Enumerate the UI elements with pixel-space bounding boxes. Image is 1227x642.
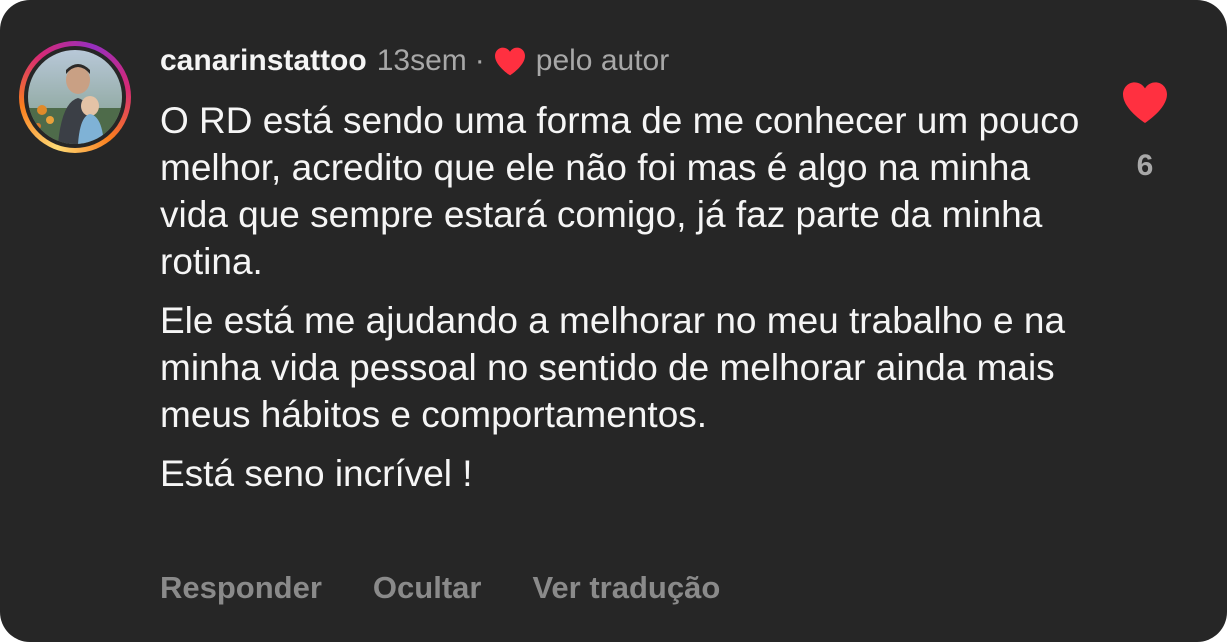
avatar[interactable] <box>19 41 131 153</box>
avatar-image <box>28 50 122 144</box>
username[interactable]: canarinstattoo <box>160 44 367 78</box>
reply-button[interactable]: Responder <box>160 570 322 606</box>
comment-paragraph: O RD está sendo uma forma de me conhecer… <box>160 100 1080 282</box>
comment-card: canarinstattoo 13sem · pelo autor O RD e… <box>0 0 1227 642</box>
comment-paragraph: Ele está me ajudando a melhorar no meu t… <box>160 300 1066 435</box>
avatar-gap <box>24 46 126 148</box>
heart-icon <box>493 46 527 76</box>
comment-paragraph: Está seno incrível ! <box>160 453 473 494</box>
comment-header: canarinstattoo 13sem · pelo autor <box>160 41 669 81</box>
like-count: 6 <box>1136 149 1154 182</box>
translate-button[interactable]: Ver tradução <box>532 570 720 606</box>
comment-time: 13sem <box>376 44 467 77</box>
separator: · <box>474 44 485 77</box>
liked-by-author-label: pelo autor <box>535 44 670 77</box>
like-column: 6 <box>1120 80 1170 183</box>
heart-icon[interactable] <box>1121 80 1169 124</box>
comment-actions: Responder Ocultar Ver tradução <box>160 570 771 606</box>
comment-text: O RD está sendo uma forma de me conhecer… <box>160 97 1080 509</box>
hide-button[interactable]: Ocultar <box>373 570 482 606</box>
